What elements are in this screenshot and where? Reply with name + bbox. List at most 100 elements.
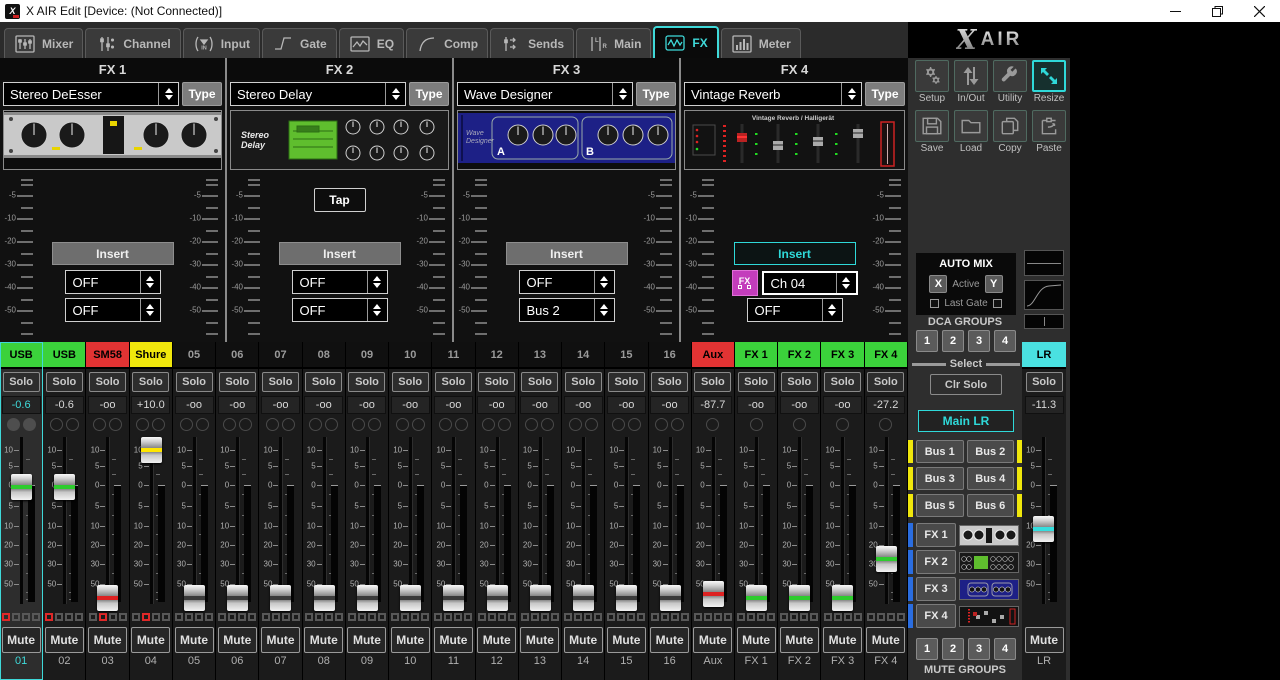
channel-label[interactable]: 09 [346,342,388,369]
fader[interactable]: 1050510203050 [821,434,863,610]
mute-button[interactable]: Mute [304,627,343,653]
solo-button[interactable]: Solo [132,372,169,392]
fader-cap[interactable] [789,585,810,611]
fader[interactable]: 1050510203050 [43,434,85,610]
fx-thumbnail-deesser[interactable] [959,525,1019,546]
fader[interactable]: 1050510203050 [476,434,518,610]
fader[interactable]: 1050510203050 [216,434,258,610]
channel-label[interactable]: 12 [476,342,518,369]
solo-button[interactable]: Solo [392,372,429,392]
mute-button[interactable]: Mute [520,627,559,653]
fader-cap[interactable] [11,474,32,500]
channel-label[interactable]: 07 [259,342,301,369]
dca-group-button-2[interactable]: 2 [942,330,964,352]
channel-label[interactable]: FX 4 [865,342,907,369]
solo-button[interactable]: Solo [478,372,515,392]
channel-label[interactable]: USB [43,342,85,369]
channel-label[interactable]: Shure [130,342,172,369]
pan-indicator[interactable] [0,414,42,434]
balance-thumb[interactable] [1024,314,1064,329]
tab-gate[interactable]: Gate [262,28,337,58]
pan-indicator[interactable] [649,414,691,434]
pan-indicator[interactable] [346,414,388,434]
solo-button[interactable]: Solo [694,372,731,392]
mute-button[interactable]: Mute [261,627,300,653]
fader[interactable]: 1050510203050 [735,434,777,610]
fader[interactable]: 1050510203050 [778,434,820,610]
pan-indicator[interactable] [692,414,734,434]
solo-button[interactable]: Solo [348,372,385,392]
automix-x-button[interactable]: X [929,275,947,293]
pan-indicator[interactable] [562,414,604,434]
fader[interactable]: 1050510203050 [86,434,128,610]
mute-group-button-4[interactable]: 4 [994,638,1016,660]
fader[interactable]: 1050510203050 [346,434,388,610]
eq-curve-thumb[interactable] [1024,280,1064,310]
solo-button[interactable]: Solo [435,372,472,392]
fx-type-button[interactable]: Type [865,82,905,106]
fader[interactable]: 1050510203050 [173,434,215,610]
mute-button[interactable]: Mute [607,627,646,653]
mute-button[interactable]: Mute [866,627,905,653]
pan-indicator[interactable] [778,414,820,434]
fader-cap[interactable] [270,585,291,611]
channel-label[interactable]: 10 [389,342,431,369]
fx-source-select-1[interactable]: OFF [292,270,388,294]
tab-input[interactable]: INInput [183,28,260,58]
tab-sends[interactable]: Sends [490,28,574,58]
fader[interactable]: 1050510203050 [649,434,691,610]
solo-button[interactable]: Solo [219,372,256,392]
solo-button[interactable]: Solo [824,372,861,392]
fx-type-select[interactable]: Wave Designer [457,82,633,106]
fader[interactable]: 1050510203050 [130,434,172,610]
fx-thumbnail-wave-designer[interactable] [959,579,1019,600]
fx-type-button[interactable]: Type [409,82,449,106]
insert-button[interactable]: Insert [734,242,856,265]
mute-button[interactable]: Mute [823,627,862,653]
fader-cap[interactable] [400,585,421,611]
sidebar-button-setup[interactable]: Setup [914,60,950,104]
solo-button[interactable]: Solo [46,372,83,392]
pan-indicator[interactable] [389,414,431,434]
channel-label[interactable]: 14 [562,342,604,369]
fx-type-button[interactable]: Type [182,82,222,106]
channel-label[interactable]: USB [0,342,42,369]
fx-type-select[interactable]: Vintage Reverb [684,82,862,106]
fader[interactable]: 1050510203050 [865,434,907,610]
solo-button[interactable]: Solo [89,372,126,392]
bus-button-4[interactable]: Bus 4 [967,467,1015,490]
fader-cap[interactable] [443,585,464,611]
fader[interactable]: 1050510203050 [1022,434,1066,610]
channel-label[interactable]: FX 3 [821,342,863,369]
bus-button-2[interactable]: Bus 2 [967,440,1015,463]
channel-label[interactable]: 06 [216,342,258,369]
fx-source-select-2[interactable]: Bus 2 [519,298,615,322]
fader[interactable]: 1050510203050 [519,434,561,610]
tab-main[interactable]: LRMain [576,28,651,58]
mute-button[interactable]: Mute [564,627,603,653]
mute-button[interactable]: Mute [2,627,41,653]
fader-cap[interactable] [54,474,75,500]
mute-group-button-2[interactable]: 2 [942,638,964,660]
fx-type-button[interactable]: Type [636,82,676,106]
bus-button-3[interactable]: Bus 3 [916,467,964,490]
fx-type-select[interactable]: Stereo Delay [230,82,406,106]
sidebar-button-inout[interactable]: In/Out [953,60,989,104]
solo-button[interactable]: Solo [781,372,818,392]
solo-button[interactable]: Solo [608,372,645,392]
mute-button[interactable]: Mute [434,627,473,653]
fx-device-image-wave-designer[interactable]: WaveDesignerAB [457,110,676,170]
tab-eq[interactable]: EQ [339,28,404,58]
solo-button[interactable]: Solo [262,372,299,392]
fader-cap[interactable] [703,581,724,607]
channel-label[interactable]: 16 [649,342,691,369]
fx-device-image-vintage-reverb[interactable]: Vintage Reverb / Halligerät [684,110,905,170]
fader-cap[interactable] [141,437,162,463]
mute-button[interactable]: Mute [1025,627,1064,653]
dca-group-button-4[interactable]: 4 [994,330,1016,352]
mute-button[interactable]: Mute [218,627,257,653]
pan-indicator[interactable] [735,414,777,434]
channel-label[interactable]: 13 [519,342,561,369]
fader-cap[interactable] [660,585,681,611]
pan-indicator[interactable] [130,414,172,434]
